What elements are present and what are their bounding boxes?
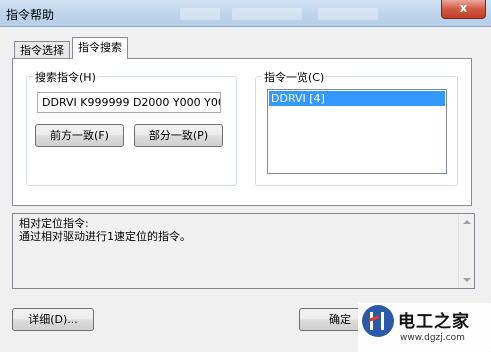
detail-button[interactable]: 详细(D)... [12, 308, 94, 331]
search-group: 搜索指令(H) DDRVI K999999 D2000 Y000 Y003 前方… [26, 69, 237, 186]
partial-match-label: 部分一致(P) [148, 129, 209, 142]
list-item-selected[interactable]: DDRVI [4] [269, 91, 445, 106]
title-bar-decoration [232, 8, 302, 20]
close-button[interactable]: x [441, 0, 486, 19]
window-title: 指令帮助 [6, 8, 55, 22]
partial-match-button[interactable]: 部分一致(P) [134, 124, 223, 147]
tab-label: 指令搜索 [78, 41, 122, 54]
forward-match-label: 前方一致(F) [50, 129, 109, 142]
vertical-scrollbar[interactable] [458, 214, 474, 288]
command-listbox[interactable]: DDRVI [4] [267, 89, 447, 174]
detail-button-label: 详细(D)... [28, 313, 78, 326]
close-icon: x [459, 1, 468, 15]
scroll-up-icon[interactable] [463, 220, 471, 224]
tab-label: 指令选择 [20, 44, 64, 57]
watermark-title: 电工之家 [398, 312, 470, 332]
search-group-label: 搜索指令(H) [33, 69, 98, 85]
description-text: 相对定位指令: 通过相对驱动进行1速定位的指令。 [19, 217, 191, 243]
title-bar-decoration [180, 8, 220, 20]
list-group: 指令一览(C) DDRVI [4] [255, 69, 458, 186]
tab-command-select[interactable]: 指令选择 [14, 41, 70, 59]
title-bar[interactable]: 指令帮助 x [0, 0, 491, 27]
description-box: 相对定位指令: 通过相对驱动进行1速定位的指令。 [12, 213, 475, 289]
scroll-down-icon[interactable] [463, 278, 471, 282]
watermark-url: www.dgzj.com [400, 333, 465, 343]
list-group-label: 指令一览(C) [262, 69, 327, 85]
search-input[interactable]: DDRVI K999999 D2000 Y000 Y003 [37, 92, 221, 113]
tab-panel: 搜索指令(H) DDRVI K999999 D2000 Y000 Y003 前方… [12, 58, 472, 206]
ok-button-label: 确定 [329, 313, 351, 326]
watermark-logo: 电工之家 www.dgzj.com [358, 303, 491, 352]
tab-command-search[interactable]: 指令搜索 [72, 37, 128, 59]
description-line: 相对定位指令: [19, 217, 89, 230]
lightning-logo-icon [362, 305, 394, 337]
description-line: 通过相对驱动进行1速定位的指令。 [19, 230, 191, 243]
forward-match-button[interactable]: 前方一致(F) [35, 124, 124, 147]
title-bar-decoration [318, 8, 378, 20]
